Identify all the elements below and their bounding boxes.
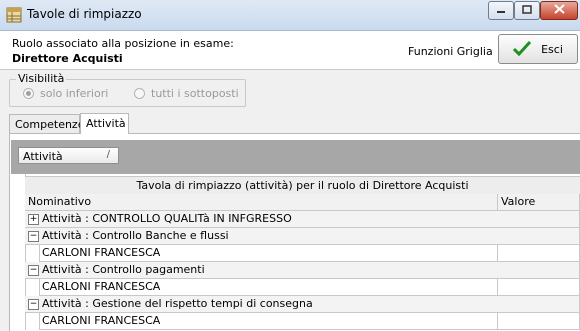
column-header-valore[interactable]: Valore (498, 194, 580, 211)
minimize-button[interactable] (488, 1, 514, 20)
grid-row-gutter (11, 174, 26, 330)
collapse-minus-icon[interactable]: − (28, 299, 39, 310)
table-row[interactable]: CARLONI FRANCESCA (39, 313, 498, 330)
maximize-button[interactable] (514, 1, 540, 20)
value-cell[interactable] (498, 245, 580, 262)
group-by-chip[interactable]: Attività / (18, 147, 119, 164)
child-indent (25, 313, 40, 330)
child-indent (25, 245, 40, 262)
collapse-minus-icon[interactable]: − (28, 265, 39, 276)
group-row-label: Attività : Controllo Banche e flussi (42, 229, 229, 242)
maximize-icon (522, 4, 532, 17)
minimize-icon (496, 4, 506, 17)
table-row[interactable]: CARLONI FRANCESCA (39, 279, 498, 296)
role-value: Direttore Acquisti (12, 52, 123, 65)
radio-label-tutti-sottoposti: tutti i sottoposti (151, 87, 239, 100)
radio-label-solo-inferiori: solo inferiori (40, 87, 109, 100)
table-row[interactable]: CARLONI FRANCESCA (39, 245, 498, 262)
radio-solo-inferiori[interactable] (23, 88, 34, 99)
visibility-group-title: Visibilità (16, 72, 67, 85)
child-indent (25, 279, 40, 296)
grid-functions-menu[interactable]: Funzioni Griglia ▼ (408, 45, 505, 58)
collapse-minus-icon[interactable]: − (28, 231, 39, 242)
grid-functions-label: Funzioni Griglia (408, 45, 493, 58)
group-row-label: Attività : Controllo pagamenti (42, 263, 205, 276)
value-cell[interactable] (498, 313, 580, 330)
group-row[interactable]: − Attività : Gestione del rispetto tempi… (25, 296, 580, 313)
radio-tutti-sottoposti[interactable] (134, 88, 145, 99)
grid-banner: Tavola di rimpiazzo (attività) per il ru… (25, 176, 580, 196)
group-row[interactable]: − Attività : Controllo Banche e flussi (25, 228, 580, 245)
close-button[interactable] (540, 1, 578, 20)
tab-competenze[interactable]: Competenze (9, 114, 84, 133)
group-row-label: Attività : Gestione del rispetto tempi d… (42, 297, 313, 310)
close-icon (553, 4, 565, 17)
group-row[interactable]: + Attività : CONTROLLO QUALITà IN INFGRE… (25, 211, 580, 228)
group-row[interactable]: − Attività : Controllo pagamenti (25, 262, 580, 279)
column-header-nominativo[interactable]: Nominativo (25, 194, 498, 211)
title-bar[interactable]: Tavole di rimpiazzo (0, 0, 580, 31)
value-cell[interactable] (498, 279, 580, 296)
group-by-chip-label: Attività (23, 150, 63, 163)
expand-plus-icon[interactable]: + (28, 214, 39, 225)
tab-attivita[interactable]: Attività (80, 113, 129, 134)
window-title: Tavole di rimpiazzo (27, 7, 142, 21)
checkmark-icon (513, 40, 532, 59)
exit-label: Esci (541, 42, 563, 56)
group-row-label: Attività : CONTROLLO QUALITà IN INFGRESS… (42, 212, 292, 225)
exit-button[interactable]: Esci (498, 34, 578, 64)
grid-app-icon (6, 7, 22, 23)
role-label: Ruolo associato alla posizione in esame: (12, 37, 234, 50)
header-panel: Ruolo associato alla posizione in esame:… (0, 31, 580, 70)
sort-indicator-icon: / (106, 149, 110, 160)
